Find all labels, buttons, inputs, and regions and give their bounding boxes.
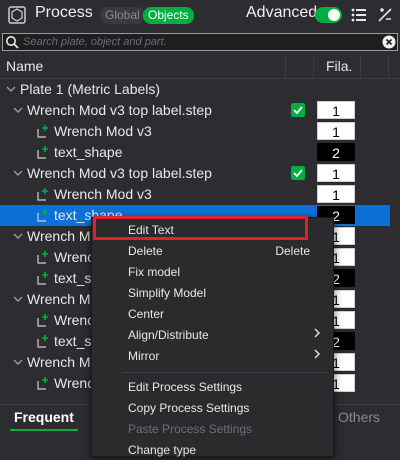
menu-item-fix-model[interactable]: Fix model [92,261,333,282]
submenu-arrow-icon [314,328,320,338]
column-divider [285,55,286,78]
part-add-icon [37,188,48,201]
advanced-label: Advanced [246,4,318,21]
collapse-icon[interactable] [13,294,23,304]
collapse-icon[interactable] [13,168,23,178]
object-row[interactable]: Wrench Mod v3 top label.step 1 [0,163,390,184]
process-header: Process Global Objects Advanced [0,0,400,31]
menu-item-label: Simplify Model [128,286,207,300]
object-row[interactable]: Wrench Mod v3 top label.step 1 [0,100,390,121]
clear-search-icon[interactable] [382,35,396,49]
menu-item-simplify-model[interactable]: Simplify Model [92,282,333,303]
menu-item-paste-process-settings: Paste Process Settings [92,418,333,439]
menu-item-label: Change type [128,443,197,457]
menu-item-label: Fix model [128,265,181,279]
menu-item-align-distribute[interactable]: Align/Distribute [92,324,333,345]
object-label: Wrench Mod v3 top label.step [27,165,212,181]
tree-scrollbar[interactable] [390,79,400,404]
column-divider [313,55,314,78]
part-label: Wrench Mod v3 [54,186,152,202]
part-add-icon [37,335,48,348]
column-divider [388,55,389,78]
context-menu: Edit Text Delete Delete Fix model Simpli… [91,217,334,457]
filament-slot[interactable]: 1 [317,185,355,203]
menu-item-copy-process-settings[interactable]: Copy Process Settings [92,397,333,418]
menu-item-label: Copy Process Settings [128,401,250,415]
part-label: text_shape [54,144,123,160]
menu-item-label: Delete [128,244,163,258]
menu-item-shortcut: Delete [275,244,310,258]
column-headers: Name Fila. [0,55,400,79]
collapse-icon[interactable] [6,84,16,94]
toggle-knob [328,9,340,21]
search-bar [2,33,398,51]
part-row[interactable]: Wrench Mod v3 1 [0,121,390,142]
filament-column-header[interactable]: Fila. [326,58,352,74]
submenu-arrow-icon [314,349,320,359]
menu-item-label: Edit Process Settings [128,380,243,394]
tab-others[interactable]: Others [338,409,380,425]
mode-global-button[interactable]: Global [100,7,145,24]
panel-title: Process [35,4,93,21]
menu-item-edit-text[interactable]: Edit Text [92,219,333,240]
object-check-icon[interactable] [291,166,305,180]
part-add-icon [37,146,48,159]
collapse-icon[interactable] [13,105,23,115]
menu-item-label: Edit Text [128,223,174,237]
part-add-icon [37,251,48,264]
collapse-icon[interactable] [13,357,23,367]
filament-slot[interactable]: 1 [317,101,355,119]
part-row[interactable]: text_shape 2 [0,142,390,163]
split-icon[interactable] [376,6,394,24]
menu-item-edit-process-settings[interactable]: Edit Process Settings [92,376,333,397]
filament-slot[interactable]: 1 [317,122,355,140]
menu-item-center[interactable]: Center [92,303,333,324]
part-add-icon [37,125,48,138]
part-add-icon [37,314,48,327]
menu-item-label: Align/Distribute [128,328,209,342]
menu-item-delete[interactable]: Delete Delete [92,240,333,261]
menu-item-label: Center [128,307,165,321]
advanced-toggle[interactable] [315,7,342,23]
list-icon[interactable] [351,7,367,23]
object-check-icon[interactable] [291,103,305,117]
menu-item-mirror[interactable]: Mirror [92,345,333,366]
part-add-icon [37,209,48,222]
mode-objects-button[interactable]: Objects [143,7,194,24]
plate-label: Plate 1 (Metric Labels) [20,81,161,97]
search-icon [6,36,19,49]
part-row[interactable]: Wrench Mod v3 1 [0,184,390,205]
part-add-icon [37,377,48,390]
column-divider [360,55,361,78]
plate-row[interactable]: Plate 1 (Metric Labels) [0,79,390,100]
process-icon [8,6,26,24]
filament-slot[interactable]: 2 [317,143,355,161]
part-add-icon [37,272,48,285]
name-column-header[interactable]: Name [6,58,43,74]
filament-slot[interactable]: 1 [317,164,355,182]
menu-separator [122,372,327,373]
object-label: Wrench Mod v3 top label.step [27,102,212,118]
menu-item-label: Paste Process Settings [128,422,253,436]
part-label: Wrench Mod v3 [54,123,152,139]
menu-item-label: Mirror [128,349,160,363]
tab-frequent[interactable]: Frequent [14,409,74,425]
search-input[interactable] [23,34,373,50]
collapse-icon[interactable] [13,231,23,241]
